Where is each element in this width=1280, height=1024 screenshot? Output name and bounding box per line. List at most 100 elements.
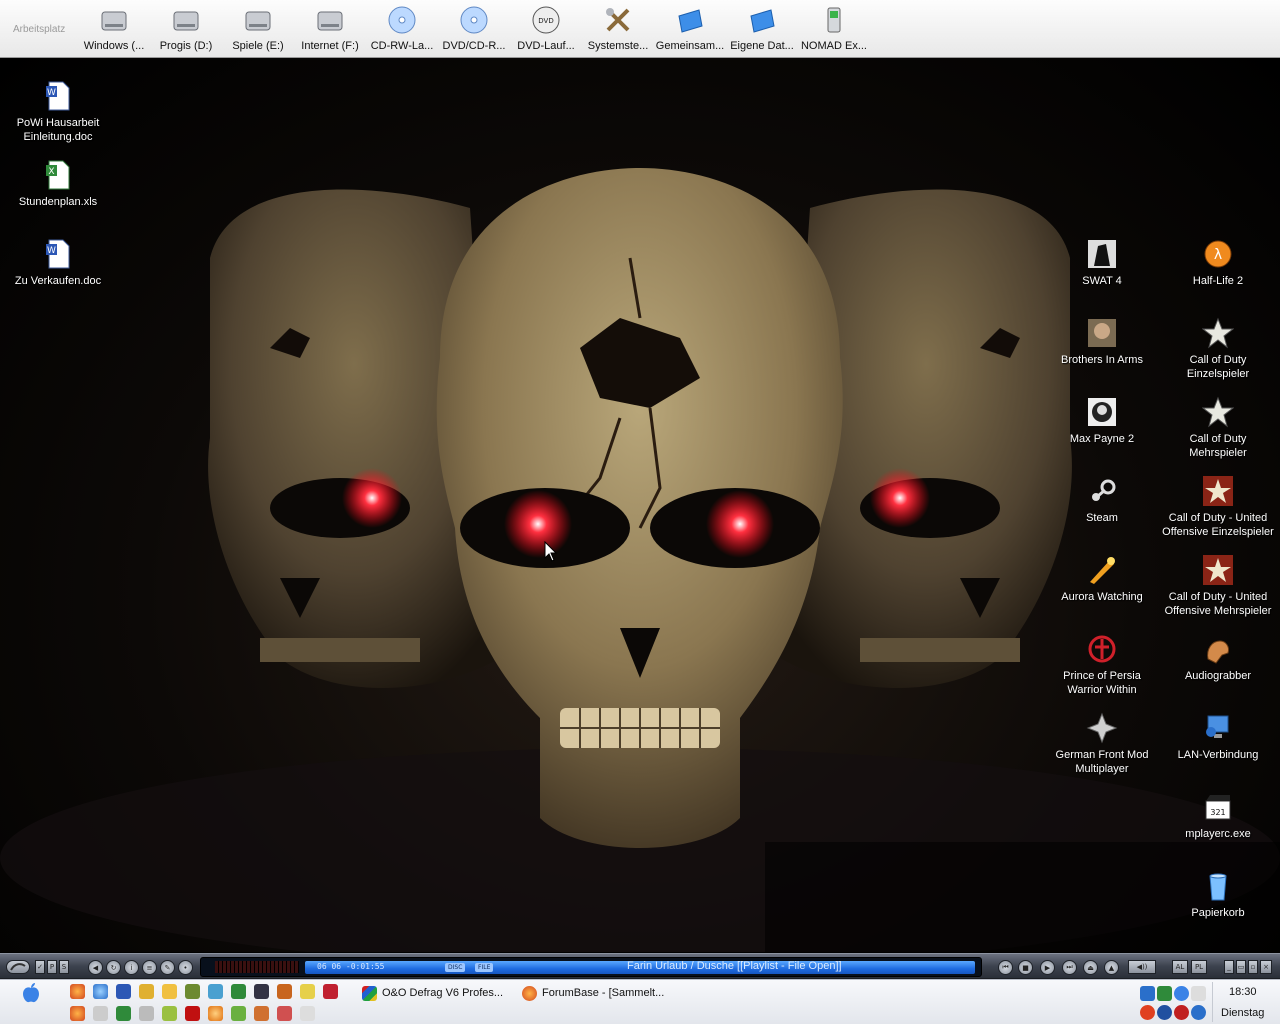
drive-eigene-dateien[interactable]: Eigene Dat... [726,0,798,58]
apple-start-icon[interactable] [20,982,42,1004]
calendar-icon[interactable] [254,984,269,999]
winamp-track-bar[interactable]: 06 06 -0:01:55 DISC FILE Farin Urlaub / … [305,960,975,974]
drive-spiele[interactable]: Spiele (E:) [222,0,294,58]
cursor-tool-icon[interactable] [139,1006,154,1021]
grid-app-icon[interactable] [231,984,246,999]
winamp-menu-button[interactable] [6,960,30,974]
call-of-duty-uo-icon [1203,476,1233,506]
tray-network-icon[interactable] [1140,986,1155,1001]
app-icon[interactable] [162,1006,177,1021]
center-skull [436,168,843,848]
tray-divider [1212,982,1213,1022]
chat-icon[interactable] [300,984,315,999]
opera-icon[interactable] [70,1006,85,1021]
player-icon[interactable] [208,984,223,999]
desktop-icon-cod-einzelspieler[interactable]: Call of Duty Einzelspieler [1160,317,1276,381]
desktop-icon-prince-of-persia[interactable]: Prince of Persia Warrior Within [1044,633,1160,697]
desktop-icon-swat4[interactable]: SWAT 4 [1044,238,1160,288]
desktop-icon-aurora-watching[interactable]: Aurora Watching [1044,554,1160,604]
winamp-playlist-button[interactable]: PL [1191,960,1207,974]
tray-clock[interactable]: 18:30 [1229,986,1257,998]
winamp-info-icon[interactable]: i [124,960,139,975]
desktop-icon-lan-verbindung[interactable]: LAN-Verbindung [1160,712,1276,762]
vlc-icon[interactable] [162,984,177,999]
desktop-icon-german-front-mod[interactable]: German Front Mod Multiplayer [1044,712,1160,776]
desktop-icon-audiograbber[interactable]: Audiograbber [1160,633,1276,683]
drive-systemsteuerung[interactable]: Systemste... [582,0,654,58]
desktop-icon-mplayerc[interactable]: 321 mplayerc.exe [1160,791,1276,841]
task-defrag[interactable]: O&O Defrag V6 Profes... [362,983,503,1003]
drive-dvd[interactable]: DVD DVD-Lauf... [510,0,582,58]
winamp-shade-icon[interactable]: ▭ [1236,960,1246,974]
desktop-icon-zu-verkaufen[interactable]: W Zu Verkaufen.doc [0,238,116,288]
app-icon[interactable] [208,1006,223,1021]
winamp-previous-track-icon[interactable]: ⏮ [998,960,1013,975]
winamp-restore-icon[interactable]: ▫ [1248,960,1258,974]
drive-gemeinsame[interactable]: Gemeinsam... [654,0,726,58]
tray-help-icon[interactable] [1191,1005,1206,1020]
messenger-icon[interactable] [139,984,154,999]
notepad-icon[interactable] [93,1006,108,1021]
desktop-icon-cod-mehrspieler[interactable]: Call of Duty Mehrspieler [1160,396,1276,460]
tray-app-icon[interactable] [1157,986,1172,1001]
drive-dvd-cd[interactable]: DVD/CD-R... [438,0,510,58]
media-icon[interactable] [323,984,338,999]
app-icon[interactable] [300,1006,315,1021]
winamp-file-label[interactable]: FILE [475,963,494,972]
app-icon[interactable] [277,1006,292,1021]
desktop-icon-max-payne-2[interactable]: Max Payne 2 [1044,396,1160,446]
drive-progis[interactable]: Progis (D:) [150,0,222,58]
tray-app-icon[interactable] [1174,1005,1189,1020]
winamp-eject-icon[interactable]: ▲ [1104,960,1119,975]
desktop-icon-cod-uo-einzelspieler[interactable]: Call of Duty - United Offensive Einzelsp… [1160,475,1276,539]
tray-app-icon[interactable] [1157,1005,1172,1020]
desktop-icon-stundenplan[interactable]: X Stundenplan.xls [0,159,116,209]
excel-document-icon: X [46,160,70,190]
app-icon[interactable] [277,984,292,999]
shutdown-icon[interactable] [185,1006,200,1021]
desktop-icon-cod-uo-mehrspieler[interactable]: Call of Duty - United Offensive Mehrspie… [1160,554,1276,618]
winamp-stop-icon[interactable]: ■ [1018,960,1033,975]
drive-label: Spiele (E:) [232,40,284,52]
excel-icon[interactable] [116,1006,131,1021]
firefox-icon[interactable] [70,984,85,999]
winamp-next-track-icon[interactable]: ⏭ [1062,960,1077,975]
drive-label: Gemeinsam... [655,40,725,52]
winamp-option-button[interactable]: S [59,960,69,974]
task-forumbase[interactable]: ForumBase - [Sammelt... [522,983,664,1003]
german-front-mod-icon [1086,712,1118,744]
winamp-eq-icon[interactable]: ≡ [142,960,157,975]
drive-internet[interactable]: Internet (F:) [294,0,366,58]
winamp-play-pause-icon[interactable]: ▶ [1040,960,1055,975]
tray-app-icon[interactable] [1140,1005,1155,1020]
browser-icon[interactable] [93,984,108,999]
desktop-icon-powi-hausarbeit[interactable]: W PoWi Hausarbeit Einleitung.doc [0,80,116,144]
cd-drive-icon [460,6,488,34]
drive-windows[interactable]: Windows (... [78,0,150,58]
desktop-icon-papierkorb[interactable]: Papierkorb [1160,870,1276,920]
drive-cd-rw[interactable]: CD-RW-La... [366,0,438,58]
winamp-open-icon[interactable]: ⏏ [1083,960,1098,975]
winamp-option-button[interactable]: P [47,960,57,974]
tray-app-icon[interactable] [1191,986,1206,1001]
winamp-disc-label[interactable]: DISC [445,963,466,972]
winamp-minimize-icon[interactable]: _ [1224,960,1234,974]
winamp-album-list-button[interactable]: AL [1172,960,1188,974]
winamp-prev-icon[interactable]: ◀ [88,960,103,975]
word-icon[interactable] [116,984,131,999]
tray-app-icon[interactable] [1174,986,1189,1001]
app-icon[interactable] [231,1006,246,1021]
drive-nomad[interactable]: NOMAD Ex... [798,0,870,58]
winamp-option-button[interactable]: ✓ [35,960,45,974]
mp3-player-icon [827,7,841,33]
winamp-refresh-icon[interactable]: ↻ [106,960,121,975]
tool-icon[interactable] [185,984,200,999]
winamp-edit-icon[interactable]: ✎ [160,960,175,975]
desktop-icon-half-life-2[interactable]: λ Half-Life 2 [1160,238,1276,288]
desktop-icon-steam[interactable]: Steam [1044,475,1160,525]
desktop-icon-brothers-in-arms[interactable]: Brothers In Arms [1044,317,1160,367]
winamp-close-icon[interactable]: × [1260,960,1272,974]
winamp-pin-icon[interactable]: • [178,960,193,975]
app-icon[interactable] [254,1006,269,1021]
winamp-volume-icon[interactable]: ◀)) [1128,960,1156,974]
